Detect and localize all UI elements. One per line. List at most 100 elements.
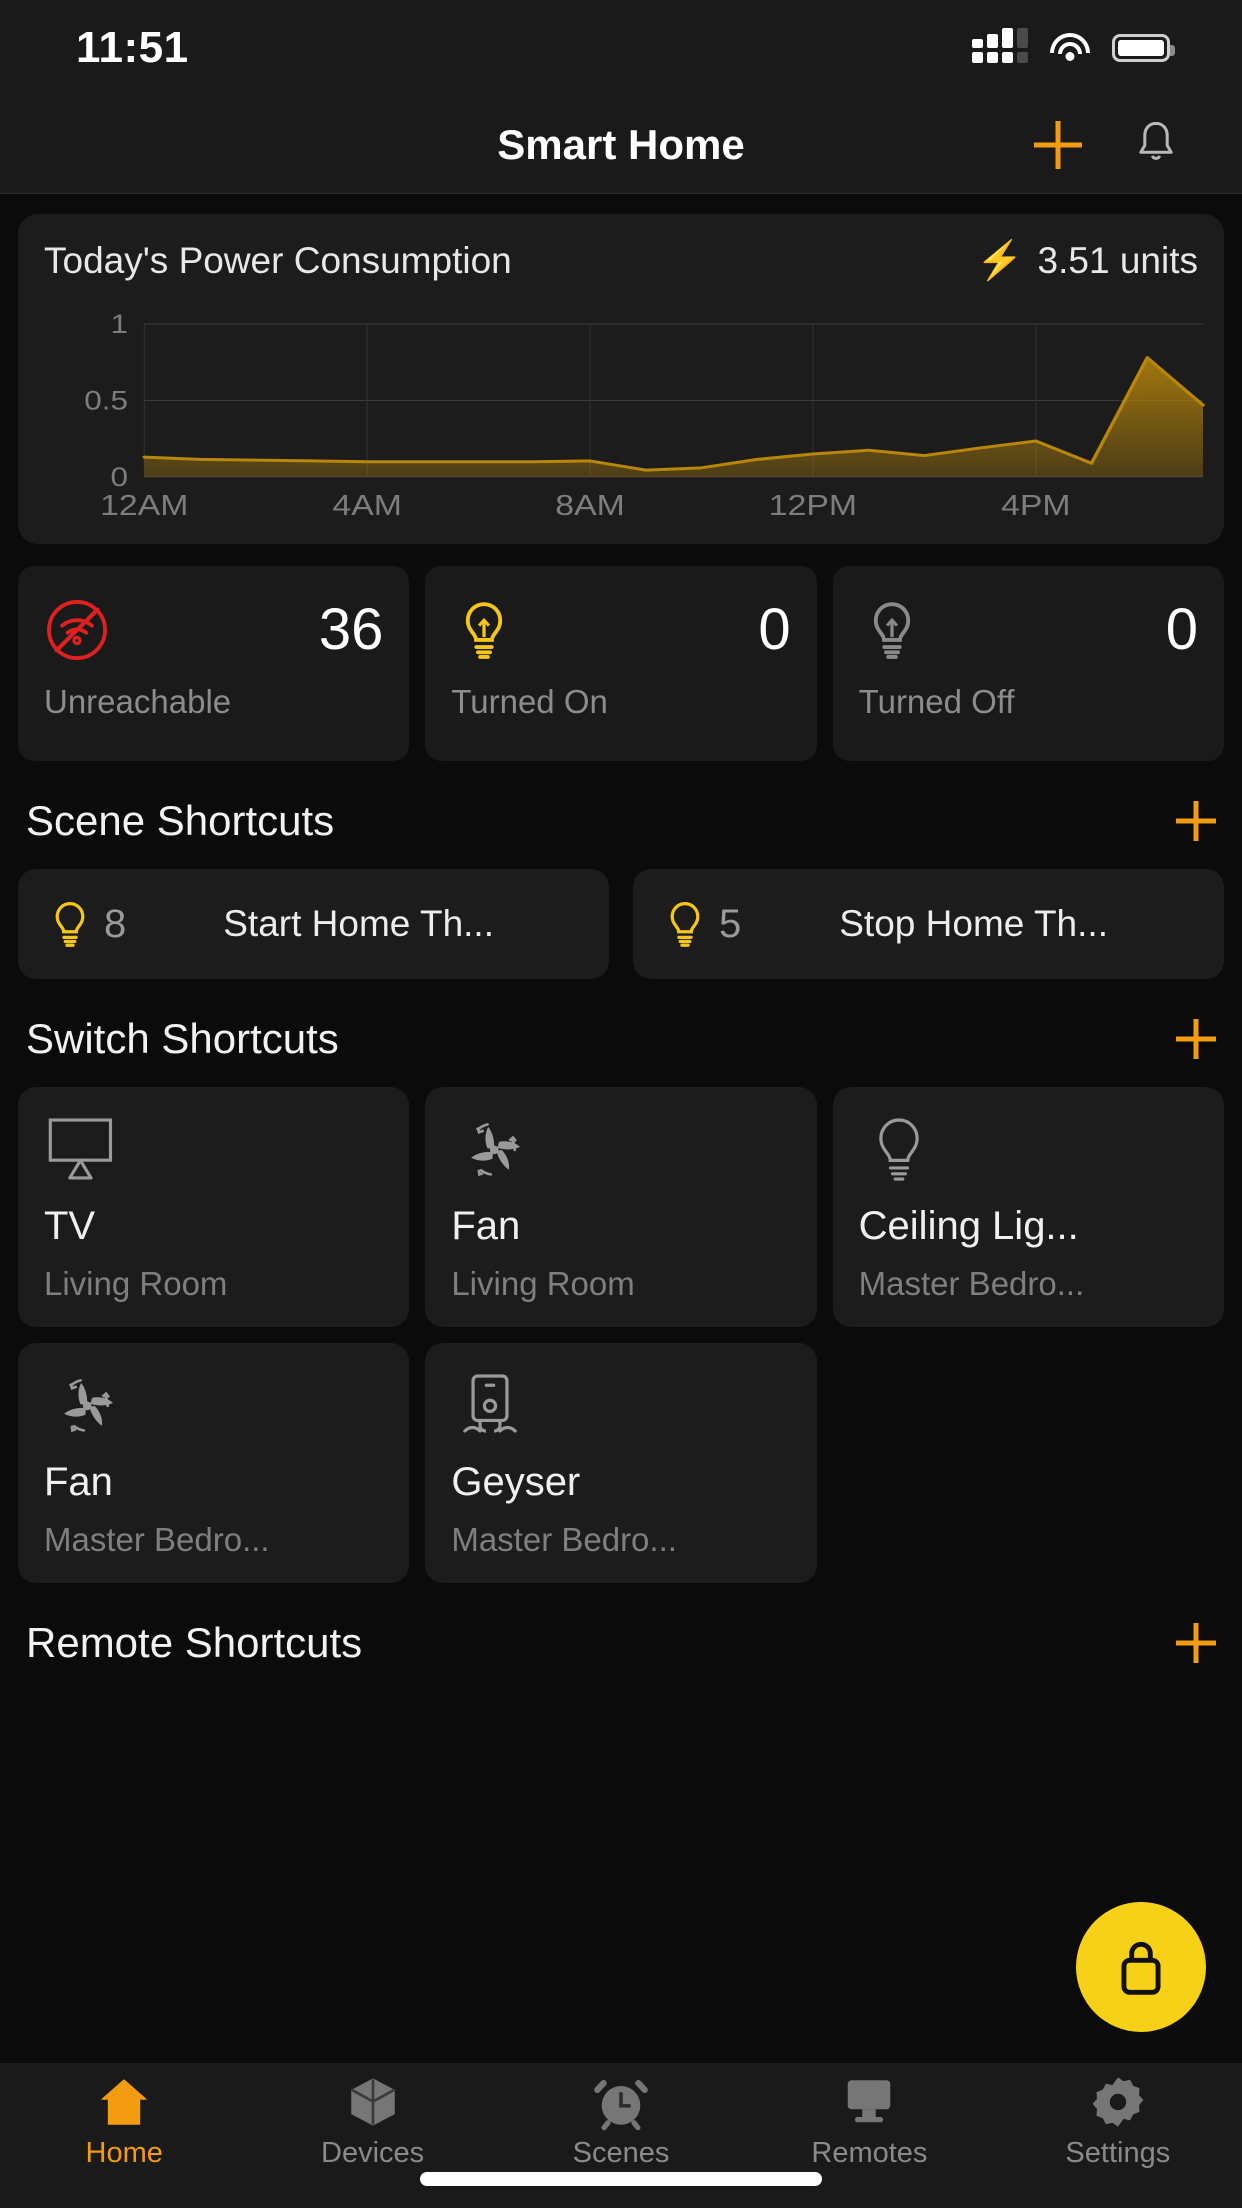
power-consumption-card[interactable]: Today's Power Consumption ⚡ 3.51 units 0…: [18, 214, 1224, 544]
power-units-group: ⚡ 3.51 units: [976, 240, 1198, 282]
bell-icon[interactable]: [1132, 119, 1180, 171]
switch-room: Living Room: [44, 1265, 228, 1302]
bulb-on-icon: [466, 602, 503, 659]
svg-text:12AM: 12AM: [100, 488, 188, 521]
switch-card-ceiling-light[interactable]: Ceiling Lig... Master Bedro...: [832, 1087, 1224, 1327]
tv-icon: [48, 1118, 113, 1180]
remote-section-title: Remote Shortcuts: [26, 1619, 363, 1666]
tab-settings[interactable]: Settings: [994, 2071, 1242, 2170]
bulb-off-icon: [873, 602, 910, 659]
tab-label: Remotes: [811, 2137, 928, 2169]
stat-card-row: 36 Unreachable 0 Turned On 0 Turned Off: [18, 566, 1224, 761]
svg-text:0.5: 0.5: [84, 386, 128, 416]
add-switch-plus-icon[interactable]: [1176, 1019, 1216, 1059]
scenes-icon: [588, 2071, 654, 2133]
power-chart: 0 0.5 1 12AM 4AM 8AM 12PM 4PM: [44, 309, 1210, 529]
lock-icon: [1121, 1941, 1161, 1995]
remotes-icon: [836, 2071, 902, 2133]
bulb-icon: [878, 1118, 919, 1181]
remote-section-header: Remote Shortcuts: [26, 1619, 1216, 1667]
switch-card-tv[interactable]: TV Living Room: [18, 1087, 410, 1327]
switch-card-fan-master[interactable]: Fan Master Bedro...: [18, 1343, 410, 1583]
status-bar-icons: [972, 27, 1175, 63]
stat-top-row: 0: [859, 594, 1198, 666]
switch-room: Master Bedro...: [451, 1521, 677, 1558]
switch-icon-wrap: [44, 1369, 383, 1459]
switch-card-fan-living[interactable]: Fan Living Room: [425, 1087, 817, 1327]
switch-section-header: Switch Shortcuts: [26, 1015, 1216, 1063]
switch-icon-wrap: [44, 1113, 383, 1203]
fan-icon: [471, 1123, 521, 1177]
stat-value: 0: [1165, 597, 1198, 662]
switch-shortcut-grid: TV Living Room Fan Living Room Ceiling L…: [18, 1087, 1224, 1583]
scene-section-title: Scene Shortcuts: [26, 797, 335, 844]
switch-name: Fan: [451, 1204, 521, 1248]
switch-card-geyser[interactable]: Geyser Master Bedro...: [425, 1343, 817, 1583]
scroll-content[interactable]: Today's Power Consumption ⚡ 3.51 units 0…: [0, 194, 1242, 2063]
cellular-signal-icon: [972, 27, 1028, 63]
switch-grid-empty-slot: [833, 1343, 1224, 1583]
scene-shortcut-card[interactable]: 8 Start Home Th...: [18, 869, 609, 979]
wifi-icon: [1050, 33, 1090, 63]
plus-icon[interactable]: [1034, 121, 1082, 169]
scene-shortcut-card[interactable]: 5 Stop Home Th...: [633, 869, 1224, 979]
lightning-bolt-icon: ⚡: [976, 240, 1024, 282]
power-card-header: Today's Power Consumption ⚡ 3.51 units: [44, 240, 1198, 282]
tab-scenes[interactable]: Scenes: [497, 2071, 745, 2170]
tab-home[interactable]: Home: [0, 2071, 248, 2170]
power-card-title: Today's Power Consumption: [44, 240, 512, 281]
bulb-icon: [55, 902, 85, 947]
stat-top-row: 0: [451, 594, 791, 666]
nav-actions: [1034, 119, 1242, 171]
power-units-value: 3.51 units: [1037, 240, 1198, 281]
svg-text:4AM: 4AM: [332, 488, 402, 521]
settings-icon: [1085, 2071, 1151, 2133]
switch-name: TV: [44, 1204, 96, 1248]
switch-room: Master Bedro...: [858, 1265, 1085, 1302]
svg-text:8AM: 8AM: [555, 488, 625, 521]
tab-devices[interactable]: Devices: [248, 2071, 496, 2170]
scene-name: Start Home Th...: [223, 903, 494, 944]
add-remote-plus-icon[interactable]: [1176, 1623, 1216, 1663]
wifi-off-icon: [47, 600, 107, 660]
tab-label: Settings: [1065, 2137, 1171, 2169]
switch-section-title: Switch Shortcuts: [26, 1015, 339, 1062]
stat-label: Turned On: [451, 683, 608, 720]
geyser-icon: [463, 1374, 518, 1433]
devices-icon: [340, 2071, 406, 2133]
stat-card-turned-on[interactable]: 0 Turned On: [425, 566, 817, 761]
tab-label: Scenes: [572, 2137, 670, 2169]
stat-top-row: 36: [44, 594, 383, 666]
svg-text:4PM: 4PM: [1001, 488, 1071, 521]
svg-text:1: 1: [110, 309, 128, 339]
add-scene-plus-icon[interactable]: [1176, 801, 1216, 841]
scene-device-count: 8: [104, 901, 127, 946]
scene-section-header: Scene Shortcuts: [26, 797, 1216, 845]
switch-room: Master Bedro...: [44, 1521, 270, 1558]
switch-room: Living Room: [451, 1265, 635, 1302]
fan-icon: [64, 1379, 114, 1433]
stat-label: Unreachable: [44, 683, 232, 720]
stat-value: 36: [318, 597, 384, 662]
lock-fab-button[interactable]: [1076, 1902, 1206, 2032]
svg-text:12PM: 12PM: [769, 488, 857, 521]
switch-name: Fan: [44, 1460, 113, 1504]
stat-value: 0: [758, 597, 791, 662]
status-bar-time: 11:51: [76, 23, 189, 72]
scene-shortcut-row: 8 Start Home Th... 5 Stop Home Th...: [18, 869, 1224, 979]
switch-icon-wrap: [859, 1113, 1198, 1203]
battery-full-icon: [1112, 34, 1175, 62]
stat-card-turned-off[interactable]: 0 Turned Off: [832, 566, 1224, 761]
switch-name: Ceiling Lig...: [858, 1204, 1079, 1248]
bottom-tab-bar: Home Devices Scenes Remotes Settings: [0, 2063, 1242, 2208]
home-icon: [91, 2071, 157, 2133]
bulb-icon: [670, 902, 700, 947]
app-root: 11:51 Smart Home Today's Power Consumpti…: [0, 0, 1242, 2208]
tab-remotes[interactable]: Remotes: [745, 2071, 993, 2170]
stat-card-unreachable[interactable]: 36 Unreachable: [18, 566, 410, 761]
switch-name: Geyser: [451, 1460, 581, 1504]
stat-label: Turned Off: [858, 683, 1015, 720]
home-indicator: [420, 2172, 822, 2186]
switch-icon-wrap: [451, 1113, 790, 1203]
tab-label: Home: [85, 2137, 163, 2169]
